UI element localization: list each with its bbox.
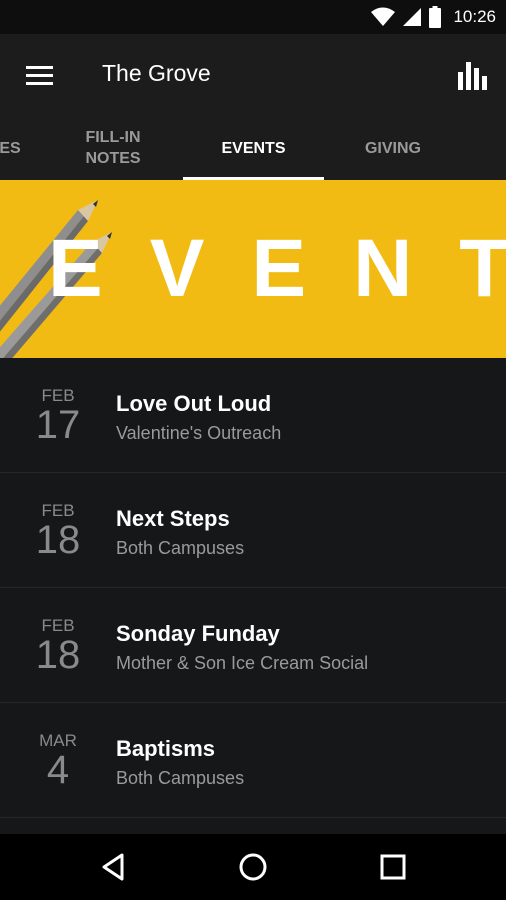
event-title: Baptisms bbox=[116, 736, 216, 761]
status-bar: 10:26 bbox=[0, 0, 506, 34]
app-title: The Grove bbox=[102, 60, 211, 86]
event-title: Sonday Funday bbox=[116, 621, 280, 646]
cell-signal-icon bbox=[403, 8, 422, 26]
events-banner: EVENTS bbox=[0, 180, 506, 358]
event-row[interactable]: MAR 4 Baptisms Both Campuses bbox=[0, 703, 506, 818]
event-row[interactable]: FEB 18 Sonday Funday Mother & Son Ice Cr… bbox=[0, 588, 506, 703]
app-bar: The Grove bbox=[0, 34, 506, 116]
tab-bar: ES FILL-IN NOTES EVENTS GIVING bbox=[0, 116, 506, 180]
system-nav-bar bbox=[0, 834, 506, 900]
wifi-icon bbox=[371, 7, 396, 26]
event-title: Love Out Loud bbox=[116, 391, 272, 416]
event-row[interactable]: FEB 17 Love Out Loud Valentine's Outreac… bbox=[0, 358, 506, 473]
event-subtitle: Mother & Son Ice Cream Social bbox=[116, 653, 369, 673]
home-icon[interactable] bbox=[233, 847, 273, 887]
tab-giving[interactable]: GIVING bbox=[342, 116, 444, 180]
tab-notes-partial[interactable]: ES bbox=[0, 116, 40, 180]
bar-chart-icon[interactable] bbox=[456, 58, 490, 92]
event-subtitle: Both Campuses bbox=[116, 768, 245, 788]
event-title: Next Steps bbox=[116, 506, 230, 531]
hamburger-icon bbox=[26, 65, 53, 69]
events-list: FEB 17 Love Out Loud Valentine's Outreac… bbox=[0, 358, 506, 818]
tab-fill-in-notes[interactable]: FILL-IN NOTES bbox=[62, 116, 164, 180]
event-day: 18 bbox=[35, 518, 81, 562]
battery-icon bbox=[429, 6, 442, 28]
status-time: 10:26 bbox=[453, 7, 496, 26]
recents-icon[interactable] bbox=[373, 847, 413, 887]
event-day: 17 bbox=[35, 403, 81, 447]
event-subtitle: Valentine's Outreach bbox=[116, 423, 282, 443]
event-day: 18 bbox=[35, 633, 81, 677]
event-row[interactable]: FEB 18 Next Steps Both Campuses bbox=[0, 473, 506, 588]
tab-events[interactable]: EVENTS bbox=[183, 116, 324, 180]
back-icon[interactable] bbox=[94, 847, 134, 887]
banner-title: EVENTS bbox=[48, 223, 506, 314]
menu-button[interactable] bbox=[20, 56, 58, 94]
event-day: 4 bbox=[46, 748, 70, 792]
app-screen: 10:26 The Grove ES FILL-IN NOTES EVENTS … bbox=[0, 0, 506, 900]
event-subtitle: Both Campuses bbox=[116, 538, 245, 558]
